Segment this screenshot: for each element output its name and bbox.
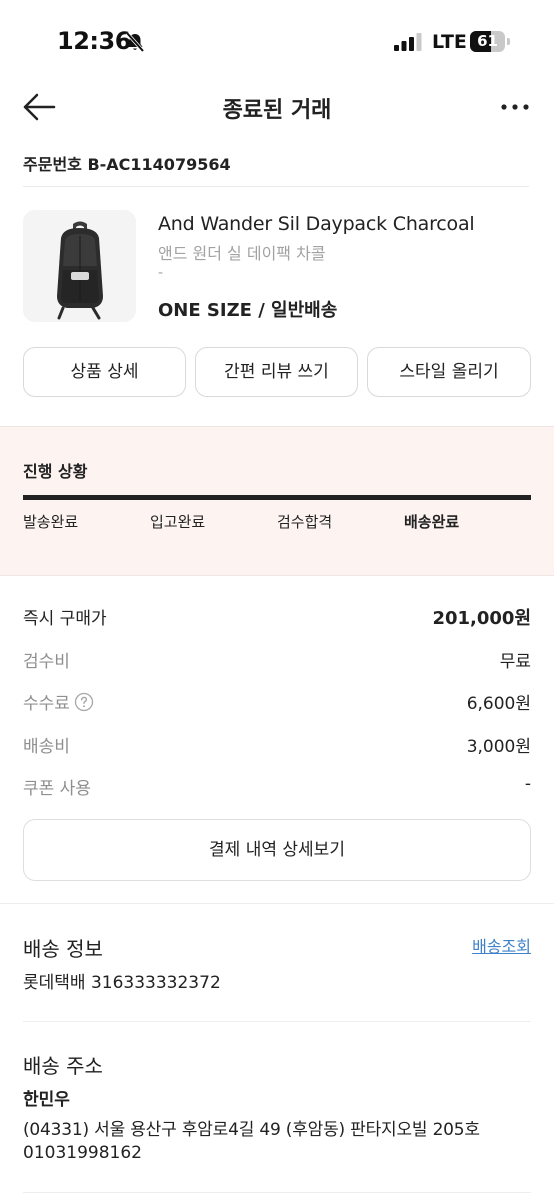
backpack-image [23, 210, 136, 322]
more-options-icon[interactable] [498, 94, 532, 120]
progress-title: 진행 상황 [23, 462, 88, 481]
battery-level: 61 [477, 32, 498, 50]
status-bar: 12:36 LTE 61 [0, 0, 554, 80]
product-extra: - [158, 265, 164, 281]
signal-icon [394, 33, 422, 51]
progress-step-delivered: 배송완료 [404, 513, 460, 531]
progress-step-shipped: 발송완료 [23, 513, 79, 531]
price-value: 201,000원 [432, 608, 531, 629]
progress-section: 진행 상황 발송완료 입고완료 검수합격 배송완료 [0, 426, 554, 576]
product-image[interactable] [23, 210, 136, 322]
price-label: 배송비 [23, 737, 70, 757]
track-shipment-link[interactable]: 배송조회 [472, 933, 531, 957]
nav-bar: 종료된 거래 [0, 80, 554, 134]
price-label: 수수료 [23, 689, 94, 714]
question-mark-icon[interactable] [74, 692, 94, 712]
price-row-commission: 수수료 6,600원 [23, 689, 531, 715]
progress-fill [23, 495, 531, 500]
post-style-button[interactable]: 스타일 올리기 [367, 347, 531, 397]
price-label: 검수비 [23, 652, 70, 672]
commission-label: 수수료 [23, 694, 70, 714]
product-detail-button[interactable]: 상품 상세 [23, 347, 186, 397]
battery-icon: 61 [470, 31, 510, 52]
price-row-inspection-fee: 검수비 무료 [23, 647, 531, 673]
divider [23, 186, 529, 187]
phone-number: 01031998162 [23, 1143, 142, 1163]
divider [23, 1192, 531, 1193]
address-line: (04331) 서울 용산구 후암로4길 49 (후암동) 판타지오빌 205호 [23, 1120, 480, 1140]
price-label: 즉시 구매가 [23, 609, 107, 629]
progress-track [23, 495, 531, 500]
bell-slash-icon [125, 31, 145, 53]
progress-step-received: 입고완료 [150, 513, 206, 531]
price-value: 3,000원 [466, 737, 531, 757]
product-name-en[interactable]: And Wander Sil Daypack Charcoal [158, 213, 475, 235]
divider [0, 903, 554, 904]
divider [23, 1021, 531, 1022]
shipping-info-title: 배송 정보 [23, 937, 103, 961]
page-title: 종료된 거래 [222, 98, 332, 123]
recipient-name: 한민우 [23, 1090, 70, 1110]
product-option: ONE SIZE / 일반배송 [158, 300, 338, 321]
progress-step-inspected: 검수합격 [277, 513, 333, 531]
price-row-instant-buy: 즉시 구매가 201,000원 [23, 604, 531, 630]
write-review-button[interactable]: 간편 리뷰 쓰기 [195, 347, 358, 397]
price-value: 무료 [499, 652, 531, 672]
price-value: 6,600원 [466, 694, 531, 714]
status-time: 12:36 [57, 27, 131, 55]
shipping-address-title: 배송 주소 [23, 1054, 103, 1078]
payment-detail-button[interactable]: 결제 내역 상세보기 [23, 819, 531, 881]
price-row-shipping-fee: 배송비 3,000원 [23, 732, 531, 758]
product-name-ko: 앤드 원더 실 데이팩 차콜 [158, 244, 326, 263]
price-label: 쿠폰 사용 [23, 779, 91, 799]
carrier-tracking-number: 롯데택배 316333332372 [23, 973, 221, 993]
price-row-coupon: 쿠폰 사용 - [23, 774, 531, 800]
price-value: - [524, 774, 531, 794]
order-number: 주문번호 B-AC114079564 [23, 155, 231, 174]
network-label: LTE [432, 31, 467, 53]
